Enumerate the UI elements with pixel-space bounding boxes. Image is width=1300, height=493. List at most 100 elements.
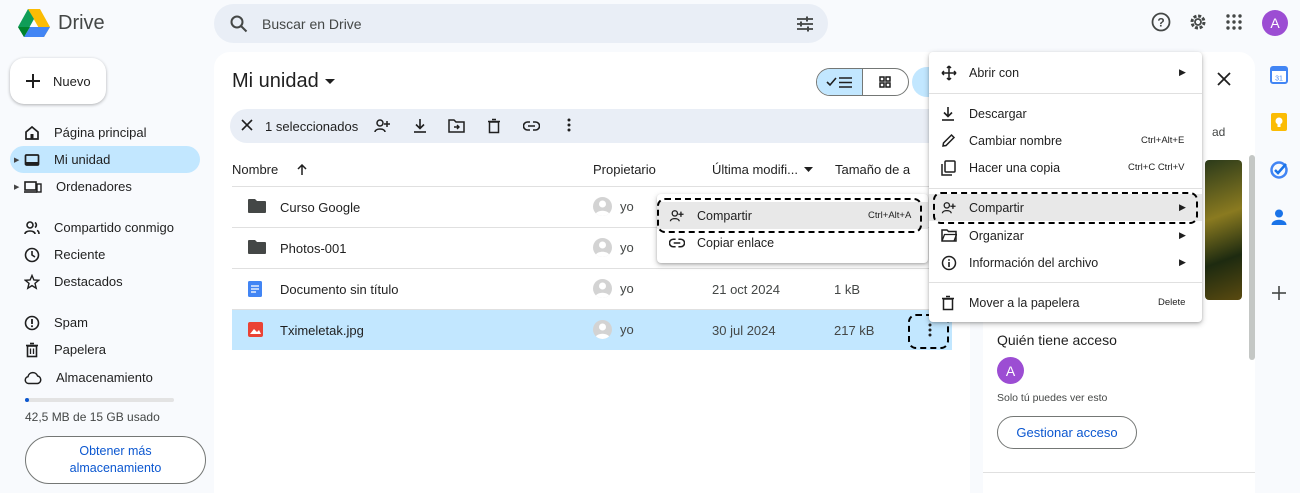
storage-quota-fill xyxy=(25,398,30,402)
menu-item-make-copy[interactable]: Hacer una copia Ctrl+C Ctrl+V xyxy=(929,154,1202,181)
app-name: Drive xyxy=(58,11,105,34)
sidebar-item-shared[interactable]: Compartido conmigo xyxy=(10,214,200,241)
column-header-owner[interactable]: Propietario xyxy=(593,162,656,177)
file-name: Curso Google xyxy=(280,200,361,215)
menu-item-organize[interactable]: Organizar ▶ xyxy=(929,222,1202,249)
my-drive-icon xyxy=(24,153,40,166)
sidebar-item-my-drive[interactable]: ▶ Mi unidad xyxy=(10,146,200,173)
sidebar-item-spam[interactable]: Spam xyxy=(10,309,200,336)
panel-tab-fragment[interactable]: ad xyxy=(1212,125,1225,139)
submenu-arrow-icon: ▶ xyxy=(1179,257,1186,267)
sidebar-item-starred[interactable]: Destacados xyxy=(10,268,200,295)
new-button[interactable]: Nuevo xyxy=(10,58,106,104)
check-icon xyxy=(826,77,837,87)
folder-open-icon xyxy=(941,229,957,242)
sidebar-item-label: Reciente xyxy=(54,247,106,262)
file-owner: yo xyxy=(593,279,634,298)
list-view-button[interactable] xyxy=(817,69,863,95)
move-arrows-icon xyxy=(941,64,957,81)
file-modified-date: 30 jul 2024 xyxy=(712,323,776,338)
menu-item-download[interactable]: Descargar xyxy=(929,100,1202,127)
column-header-size[interactable]: Tamaño de a xyxy=(835,162,910,177)
share-person-icon[interactable] xyxy=(374,118,391,134)
tasks-icon[interactable] xyxy=(1270,161,1288,179)
add-addon-icon[interactable] xyxy=(1272,286,1286,300)
move-to-folder-icon[interactable] xyxy=(448,118,465,133)
search-input[interactable]: Buscar en Drive xyxy=(262,16,362,32)
menu-item-rename[interactable]: Cambiar nombre Ctrl+Alt+E xyxy=(929,127,1202,154)
get-more-line1: Obtener más xyxy=(79,444,152,458)
menu-item-open-with[interactable]: Abrir con ▶ xyxy=(929,59,1202,86)
expand-caret-icon[interactable]: ▶ xyxy=(14,156,19,164)
download-icon xyxy=(942,106,954,121)
sidebar-item-storage[interactable]: Almacenamiento xyxy=(10,364,200,391)
who-has-access-heading: Quién tiene acceso xyxy=(997,332,1117,348)
help-icon[interactable]: ? xyxy=(1151,12,1171,32)
sidebar-item-label: Compartido conmigo xyxy=(54,220,174,235)
grid-view-button[interactable] xyxy=(863,69,909,95)
sidebar-item-computers[interactable]: ▶ Ordenadores xyxy=(10,173,200,200)
submenu-arrow-icon: ▶ xyxy=(1179,67,1186,77)
get-more-line2: almacenamiento xyxy=(69,461,162,475)
menu-item-file-info[interactable]: Información del archivo ▶ xyxy=(929,249,1202,276)
svg-text:31: 31 xyxy=(1275,76,1283,83)
file-name: Tximeletak.jpg xyxy=(280,323,364,338)
clock-icon xyxy=(24,247,40,262)
clear-selection-icon[interactable] xyxy=(240,118,254,132)
page-title[interactable]: Mi unidad xyxy=(232,70,335,93)
download-icon[interactable] xyxy=(413,118,427,134)
search-bar[interactable]: Buscar en Drive xyxy=(214,4,828,43)
sort-arrow-up-icon[interactable] xyxy=(296,163,308,176)
home-icon xyxy=(25,125,39,140)
menu-open-with-label: Abrir con xyxy=(969,65,1020,80)
info-icon xyxy=(941,255,957,270)
file-name: Photos-001 xyxy=(280,241,347,256)
menu-organize-label: Organizar xyxy=(969,228,1024,243)
menu-item-move-to-trash[interactable]: Mover a la papelera Delete xyxy=(929,289,1202,316)
column-header-name[interactable]: Nombre xyxy=(232,162,308,177)
sidebar-item-trash[interactable]: Papelera xyxy=(10,336,200,363)
owner-avatar-icon xyxy=(593,238,612,257)
link-icon[interactable] xyxy=(523,121,540,131)
drive-logo[interactable]: Drive xyxy=(18,9,105,37)
sidebar-item-recent[interactable]: Reciente xyxy=(10,241,200,268)
search-options-icon[interactable] xyxy=(796,15,814,33)
view-toggle[interactable] xyxy=(816,68,909,96)
settings-icon[interactable] xyxy=(1188,12,1208,32)
plus-icon xyxy=(26,74,40,88)
account-avatar[interactable]: A xyxy=(1262,10,1288,36)
column-modified-label: Última modifi... xyxy=(712,162,798,177)
image-preview-thumbnail xyxy=(1205,160,1242,300)
sidebar-item-label: Mi unidad xyxy=(54,152,111,167)
get-more-storage-button[interactable]: Obtener más almacenamiento xyxy=(25,436,206,484)
list-view-icon xyxy=(839,76,853,88)
submenu-item-copy-link[interactable]: Copiar enlace xyxy=(657,229,928,256)
selection-count: 1 seleccionados xyxy=(265,119,359,134)
manage-access-button[interactable]: Gestionar acceso xyxy=(997,416,1137,449)
close-panel-icon[interactable] xyxy=(1217,72,1231,86)
contacts-icon[interactable] xyxy=(1270,208,1288,226)
panel-scrollbar[interactable] xyxy=(1249,155,1255,360)
menu-copy-shortcut: Ctrl+C Ctrl+V xyxy=(1128,162,1185,173)
storage-quota-text: 42,5 MB de 15 GB usado xyxy=(25,410,160,424)
column-header-modified[interactable]: Última modifi... xyxy=(712,162,813,177)
submenu-arrow-icon: ▶ xyxy=(1179,230,1186,240)
owner-avatar-icon xyxy=(593,320,612,339)
calendar-icon[interactable]: 31 xyxy=(1270,66,1288,84)
sidebar-item-label: Spam xyxy=(54,315,88,330)
keep-icon[interactable] xyxy=(1270,113,1288,131)
file-row-selected[interactable]: Tximeletak.jpg yo 30 jul 2024 217 kB xyxy=(232,310,952,350)
menu-download-label: Descargar xyxy=(969,106,1027,121)
menu-rename-label: Cambiar nombre xyxy=(969,133,1063,148)
search-icon[interactable] xyxy=(230,15,248,33)
apps-grid-icon[interactable] xyxy=(1226,14,1242,30)
expand-caret-icon[interactable]: ▶ xyxy=(14,183,19,191)
file-row[interactable]: Documento sin título yo 21 oct 2024 1 kB xyxy=(232,269,952,309)
file-owner: yo xyxy=(593,238,634,257)
more-vert-icon[interactable] xyxy=(567,118,571,132)
only-you-text: Solo tú puedes ver esto xyxy=(997,392,1108,404)
delete-icon[interactable] xyxy=(487,118,501,134)
sidebar-item-label: Página principal xyxy=(54,125,147,140)
sidebar-item-home[interactable]: Página principal xyxy=(10,119,200,146)
trash-icon xyxy=(26,342,38,357)
